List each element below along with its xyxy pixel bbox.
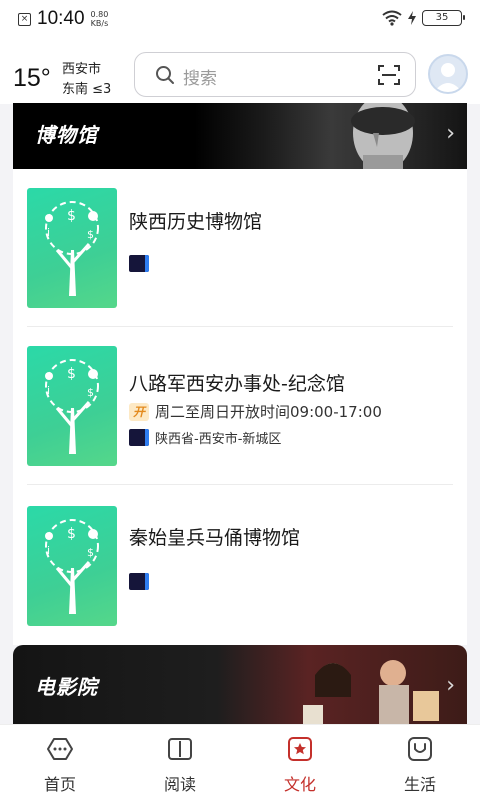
notification-x-icon: × xyxy=(18,12,31,26)
tab-reading[interactable]: 阅读 xyxy=(120,725,240,800)
status-bar: × 10:40 0.80 KB/s 35 xyxy=(0,0,480,38)
museum-list: $ $ i 陕西历史博物馆 $ $ i 八路军西安办事处-纪念馆 开 周二至周日… xyxy=(13,169,467,645)
status-time: 10:40 xyxy=(37,8,85,29)
tab-label: 阅读 xyxy=(163,775,196,794)
wifi-icon xyxy=(382,10,402,26)
bottom-nav: 首页 阅读 文化 生活 xyxy=(0,724,480,800)
search-bar[interactable]: 搜索 xyxy=(134,52,416,97)
statue-head-image xyxy=(351,103,415,169)
life-icon xyxy=(408,737,432,761)
net-speed-unit: KB/s xyxy=(90,19,109,28)
city-name[interactable]: 西安市 xyxy=(62,58,101,77)
culture-icon xyxy=(288,737,312,761)
svg-text:i: i xyxy=(47,226,50,239)
tab-life[interactable]: 生活 xyxy=(360,725,480,800)
chevron-right-icon: › xyxy=(446,121,455,146)
money-tree-thumbnail: $ $ i xyxy=(27,506,117,626)
svg-text:$: $ xyxy=(67,366,76,382)
svg-text:$: $ xyxy=(87,228,94,241)
search-icon xyxy=(156,66,174,84)
money-tree-icon: $ $ i xyxy=(45,359,99,454)
list-item[interactable]: $ $ i 陕西历史博物馆 xyxy=(13,169,467,327)
open-hours-icon: 开 xyxy=(129,402,149,421)
user-avatar-icon xyxy=(434,63,462,92)
top-header: 15° 西安市 东南 ≤3 搜索 xyxy=(0,38,480,104)
tab-label: 生活 xyxy=(403,775,436,794)
money-tree-icon: $ $ i xyxy=(45,201,99,296)
search-placeholder: 搜索 xyxy=(183,69,217,89)
scan-icon[interactable] xyxy=(377,63,401,87)
avatar[interactable] xyxy=(428,54,468,94)
tab-home[interactable]: 首页 xyxy=(0,725,120,800)
location-row xyxy=(129,573,149,590)
location-icon xyxy=(129,255,149,272)
museum-name: 陕西历史博物馆 xyxy=(129,211,263,233)
home-icon xyxy=(47,738,73,760)
location-row xyxy=(129,255,149,272)
museum-address: 陕西省-西安市-新城区 xyxy=(155,432,282,447)
chevron-right-icon: › xyxy=(446,673,455,698)
svg-text:$: $ xyxy=(67,526,76,542)
money-tree-thumbnail: $ $ i xyxy=(27,188,117,308)
tab-label: 文化 xyxy=(283,775,316,794)
book-icon xyxy=(168,738,192,760)
museum-name: 八路军西安办事处-纪念馆 xyxy=(129,373,345,395)
net-speed-value: 0.80 xyxy=(90,10,109,19)
list-item[interactable]: $ $ i 秦始皇兵马俑博物馆 xyxy=(13,487,467,645)
opening-hours: 周二至周日开放时间09:00-17:00 xyxy=(155,403,382,421)
money-tree-thumbnail: $ $ i xyxy=(27,346,117,466)
cinema-section-title: 电影院 xyxy=(35,675,98,699)
money-tree-icon: $ $ i xyxy=(45,519,99,614)
location-icon xyxy=(129,429,149,446)
svg-text:$: $ xyxy=(87,386,94,399)
net-speed: 0.80 KB/s xyxy=(91,10,109,28)
tab-culture[interactable]: 文化 xyxy=(240,725,360,800)
svg-text:$: $ xyxy=(67,208,76,224)
tab-label: 首页 xyxy=(43,775,76,794)
location-icon xyxy=(129,573,149,590)
museum-section-title: 博物馆 xyxy=(35,123,98,147)
battery-indicator: 35 xyxy=(422,10,465,26)
museum-name: 秦始皇兵马俑博物馆 xyxy=(129,527,301,549)
wind-info: 东南 ≤3 xyxy=(62,82,112,97)
cinema-couple-image xyxy=(303,660,439,725)
list-item[interactable]: $ $ i 八路军西安办事处-纪念馆 开 周二至周日开放时间09:00-17:0… xyxy=(13,327,467,485)
divider xyxy=(27,484,453,485)
svg-text:i: i xyxy=(47,384,50,397)
museum-section-banner[interactable]: 博物馆 › xyxy=(13,103,467,169)
temperature: 15° xyxy=(13,64,51,92)
svg-text:$: $ xyxy=(87,546,94,559)
opening-hours-row: 开 周二至周日开放时间09:00-17:00 xyxy=(129,401,382,422)
charging-icon xyxy=(408,11,416,25)
location-row: 陕西省-西安市-新城区 xyxy=(129,428,281,447)
svg-text:i: i xyxy=(47,544,50,557)
cinema-section-banner[interactable]: 电影院 › xyxy=(13,645,467,725)
